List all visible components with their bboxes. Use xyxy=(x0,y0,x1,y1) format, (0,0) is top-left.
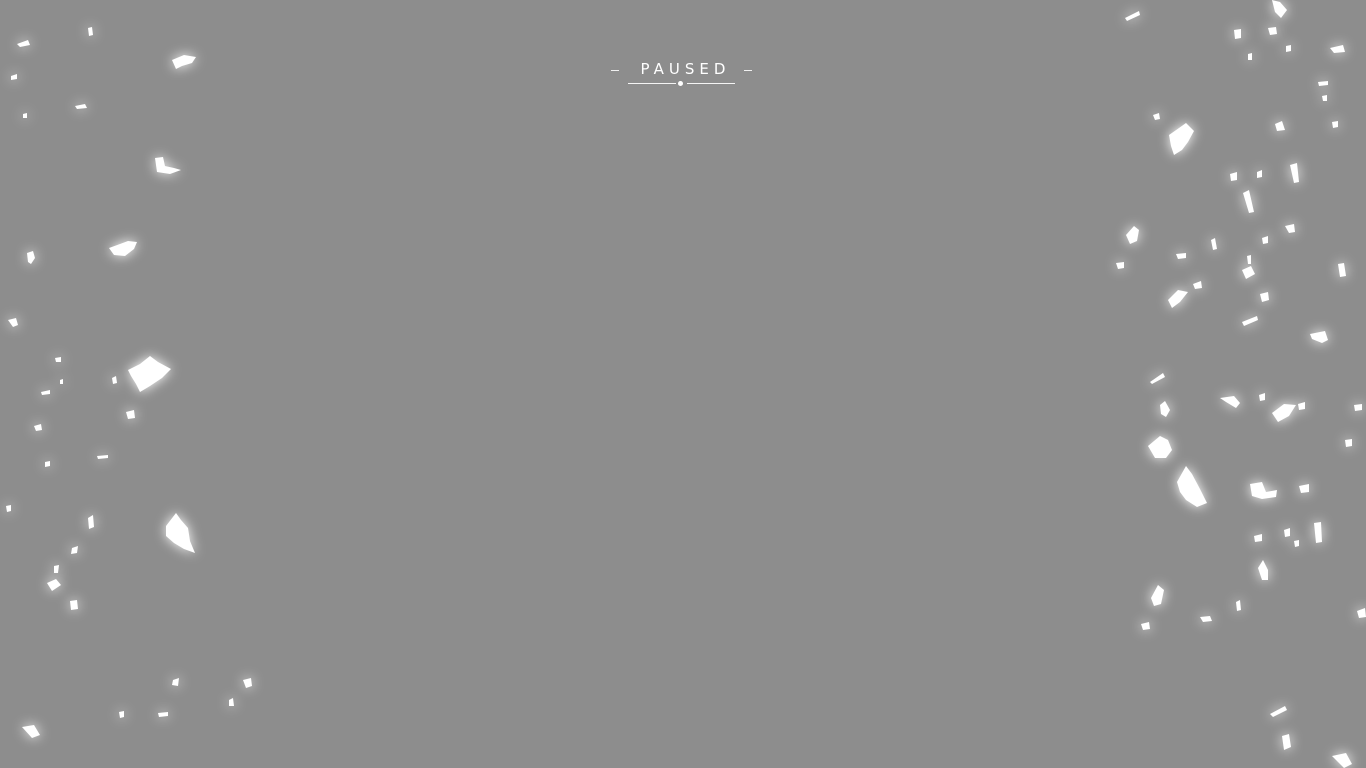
pause-title: PAUSED xyxy=(640,60,731,78)
snow-particle xyxy=(41,390,50,395)
snow-particle xyxy=(158,712,168,717)
snow-particle xyxy=(1230,172,1237,181)
snow-particle xyxy=(1148,436,1172,458)
snow-particle xyxy=(1247,255,1251,264)
snow-particle xyxy=(45,461,50,467)
snow-particle xyxy=(88,27,93,36)
snow-particle xyxy=(1290,163,1299,183)
snow-particle xyxy=(166,513,195,553)
title-underline-left xyxy=(628,83,676,84)
snow-particle xyxy=(1169,123,1194,155)
snow-particle xyxy=(1268,27,1277,35)
snow-particle xyxy=(1176,253,1186,259)
snow-particle xyxy=(1150,373,1165,384)
snow-particle xyxy=(1318,81,1328,86)
snow-particle xyxy=(119,711,124,718)
snow-particle xyxy=(8,318,18,327)
snow-particle xyxy=(112,376,117,384)
snow-particle xyxy=(11,74,17,80)
snow-particle xyxy=(1260,292,1269,302)
title-underline-dot xyxy=(678,81,683,86)
snow-particle xyxy=(1354,404,1362,411)
snow-particle xyxy=(75,104,87,109)
snow-particle xyxy=(1284,528,1290,537)
snow-particle xyxy=(1242,316,1258,326)
snow-particle xyxy=(109,241,137,256)
snow-particle xyxy=(229,698,234,706)
snow-particle xyxy=(1116,262,1124,269)
snow-particle xyxy=(22,725,40,738)
snow-particle xyxy=(97,455,108,459)
snow-particle xyxy=(1272,404,1296,422)
snow-particle xyxy=(1262,236,1268,244)
snow-particle xyxy=(34,424,42,431)
snow-particle xyxy=(6,505,11,512)
snow-particle xyxy=(1193,281,1202,289)
snow-particle xyxy=(172,678,179,686)
snow-particle xyxy=(1243,190,1254,213)
snow-particle xyxy=(71,546,78,554)
snow-particle xyxy=(1282,734,1291,750)
snow-particle xyxy=(27,251,35,264)
snow-particle xyxy=(1270,706,1287,717)
snow-particle xyxy=(23,113,27,118)
snow-particle xyxy=(1177,466,1207,507)
snow-particle xyxy=(1345,439,1352,447)
snow-particle xyxy=(1160,401,1170,417)
snow-particle xyxy=(1236,600,1241,611)
snow-particle xyxy=(1314,522,1322,543)
snow-particle xyxy=(1357,608,1366,618)
snow-particle xyxy=(155,157,181,174)
title-dash-right xyxy=(744,70,752,71)
snow-particle xyxy=(1322,95,1327,101)
snow-particle xyxy=(60,379,63,384)
snow-particle xyxy=(1168,290,1188,308)
snow-particle xyxy=(1286,45,1291,52)
snow-particle xyxy=(1220,396,1240,408)
snow-particle xyxy=(1234,29,1241,39)
snow-particle xyxy=(55,357,61,362)
snow-particle xyxy=(1257,170,1262,178)
snow-particle xyxy=(1294,540,1299,547)
snow-particle xyxy=(1141,622,1150,630)
snow-particle xyxy=(1126,226,1139,244)
snow-particle xyxy=(1332,753,1352,768)
snow-particles-layer xyxy=(6,0,1366,768)
snow-particle xyxy=(1242,266,1255,279)
snow-particle xyxy=(1310,331,1328,343)
snow-particle xyxy=(1153,113,1160,120)
snow-particle xyxy=(1275,121,1285,131)
pause-menu-header: PAUSED xyxy=(583,58,783,92)
snow-particle xyxy=(17,40,30,47)
snow-particle xyxy=(126,410,135,419)
snow-particle xyxy=(54,565,59,573)
snow-particle xyxy=(1200,616,1212,622)
snow-particle xyxy=(1338,263,1346,277)
snow-particle xyxy=(243,678,252,688)
snow-particle xyxy=(1248,53,1252,60)
game-screen: PAUSED xyxy=(0,0,1366,768)
snow-particle xyxy=(1332,121,1338,128)
snow-particle xyxy=(1211,238,1217,250)
title-underline-right xyxy=(687,83,735,84)
snow-particle xyxy=(1272,0,1287,18)
snow-particle xyxy=(88,515,94,529)
snow-particle xyxy=(1151,585,1164,606)
snow-particle xyxy=(1258,560,1268,580)
snow-particle xyxy=(1254,534,1262,542)
snow-particle xyxy=(1259,393,1265,401)
snow-particle xyxy=(1298,402,1305,410)
snow-particle xyxy=(172,55,196,69)
snow-particle xyxy=(128,356,171,392)
snow-particle xyxy=(1330,45,1345,53)
snow-particle xyxy=(47,579,61,591)
snow-particle xyxy=(1285,224,1295,233)
snow-particle xyxy=(1250,482,1277,499)
snow-particle xyxy=(70,600,78,610)
snow-particle xyxy=(1125,11,1140,21)
snow-particle xyxy=(1299,484,1309,493)
